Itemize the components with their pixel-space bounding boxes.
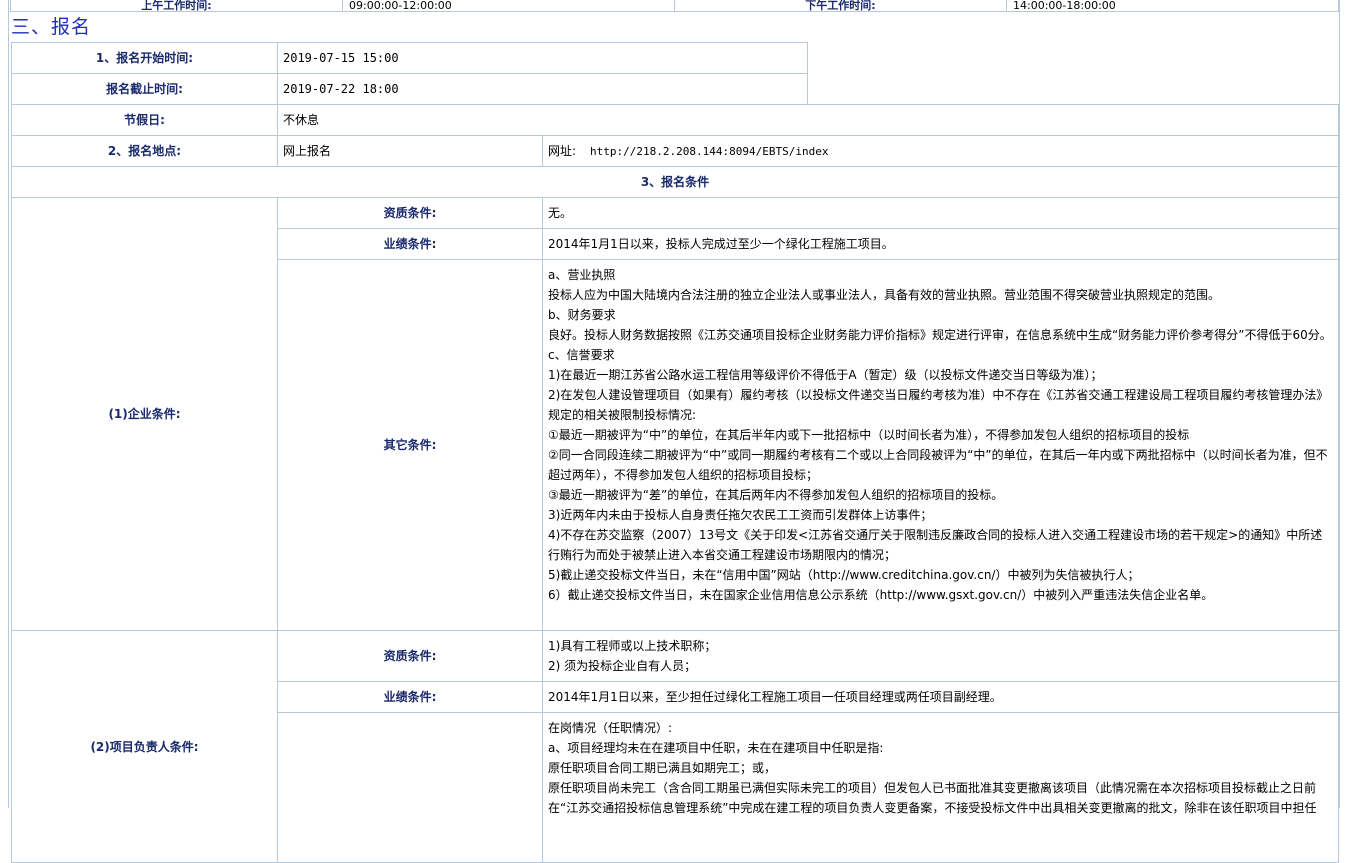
text-line: 3)近两年内未由于投标人自身责任拖欠农民工工资而引发群体上访事件；	[548, 508, 933, 522]
leader-performance-label: 业绩条件:	[277, 681, 543, 713]
url-cell: 网址: http://218.2.208.144:8094/EBTS/index	[542, 135, 1339, 167]
enterprise-performance-value: 2014年1月1日以来，投标人完成过至少一个绿化工程施工项目。	[542, 228, 1339, 260]
morning-hours-value: 09:00:00-12:00:00	[342, 0, 675, 12]
url-label: 网址:	[548, 143, 577, 158]
leader-performance-value: 2014年1月1日以来，至少担任过绿化工程施工项目一任项目经理或两任项目副经理。	[542, 681, 1339, 713]
text-line: 在“江苏交通招投标信息管理系统”中完成在建工程的项目负责人变更备案，不接受投标文…	[548, 801, 1317, 815]
registration-url-link[interactable]: http://218.2.208.144:8094/EBTS/index	[590, 145, 828, 158]
text-line: 原任职项目合同工期已满且如期完工；或，	[548, 761, 777, 775]
conditions-header: 3、报名条件	[11, 166, 1339, 198]
project-leader-conditions-label: (2)项目负责人条件:	[11, 630, 278, 863]
morning-hours-label: 上午工作时间:	[10, 0, 343, 12]
enterprise-qualification-label: 资质条件:	[277, 197, 543, 229]
text-line: ③最近一期被评为“差”的单位，在其后两年内不得参加发包人组织的招标项目的投标。	[548, 488, 1004, 502]
text-line: 6）截止递交投标文件当日，未在国家企业信用信息公示系统（http://www.g…	[548, 588, 1214, 602]
enterprise-qualification-value: 无。	[542, 197, 1339, 229]
afternoon-hours-label: 下午工作时间:	[674, 0, 1007, 12]
enterprise-performance-label: 业绩条件:	[277, 228, 543, 260]
holiday-label: 节假日:	[11, 104, 278, 136]
text-line: a、营业执照	[548, 268, 616, 282]
text-line: 2) 须为投标企业自有人员；	[548, 659, 697, 673]
text-line: 投标人应为中国大陆境内合法注册的独立企业法人或事业法人，具备有效的营业执照。营业…	[548, 288, 1221, 302]
text-line: 4)不存在苏交监察（2007）13号文《关于印发<江苏省交通厅关于限制违反廉政合…	[548, 528, 1323, 562]
work-hours-row: 上午工作时间: 09:00:00-12:00:00 下午工作时间: 14:00:…	[10, 0, 1339, 12]
text-line: a、项目经理均未在在建项目中任职，未在在建项目中任职是指:	[548, 741, 884, 755]
enterprise-other-value: a、营业执照 投标人应为中国大陆境内合法注册的独立企业法人或事业法人，具备有效的…	[542, 259, 1339, 631]
start-time-label: 1、报名开始时间:	[11, 42, 278, 74]
start-time-value: 2019-07-15 15:00	[277, 42, 808, 74]
section-title: 三、报名	[11, 16, 92, 38]
leader-qualification-label: 资质条件:	[277, 630, 543, 682]
place-value: 网上报名	[277, 135, 543, 167]
text-line: c、信誉要求	[548, 348, 615, 362]
enterprise-other-label: 其它条件:	[277, 259, 543, 631]
text-line: 良好。投标人财务数据按照《江苏交通项目投标企业财务能力评价指标》规定进行评审，在…	[548, 328, 1332, 342]
place-label: 2、报名地点:	[11, 135, 278, 167]
text-line: ①最近一期被评为“中”的单位，在其后半年内或下一批招标中（以时间长者为准），不得…	[548, 428, 1190, 442]
leader-qualification-value: 1)具有工程师或以上技术职称； 2) 须为投标企业自有人员；	[542, 630, 1339, 682]
text-line: 1)在最近一期江苏省公路水运工程信用等级评价不得低于A（暂定）级（以投标文件递交…	[548, 368, 1103, 382]
text-line: 5)截止递交投标文件当日，未在“信用中国”网站（http://www.credi…	[548, 568, 1140, 582]
holiday-value: 不休息	[277, 104, 1339, 136]
end-time-value: 2019-07-22 18:00	[277, 73, 808, 105]
text-line: 2)在发包人建设管理项目（如果有）履约考核（以投标文件递交当日履约考核为准）中不…	[548, 388, 1329, 422]
end-time-label: 报名截止时间:	[11, 73, 278, 105]
enterprise-conditions-label: (1)企业条件:	[11, 197, 278, 631]
text-line: b、财务要求	[548, 308, 616, 322]
text-line: 原任职项目尚未完工（含合同工期虽已满但实际未完工的项目）但发包人已书面批准其变更…	[548, 781, 1317, 795]
text-line: 在岗情况（任职情况）:	[548, 721, 673, 735]
text-line: 1)具有工程师或以上技术职称；	[548, 639, 717, 653]
leader-other-value: 在岗情况（任职情况）: a、项目经理均未在在建项目中任职，未在在建项目中任职是指…	[542, 712, 1339, 863]
afternoon-hours-value: 14:00:00-18:00:00	[1006, 0, 1339, 12]
text-line: ②同一合同段连续二期被评为“中”或同一期履约考核有二个或以上合同段被评为“中”的…	[548, 448, 1328, 482]
registration-table: 1、报名开始时间: 2019-07-15 15:00 报名截止时间: 2019-…	[11, 42, 1339, 863]
